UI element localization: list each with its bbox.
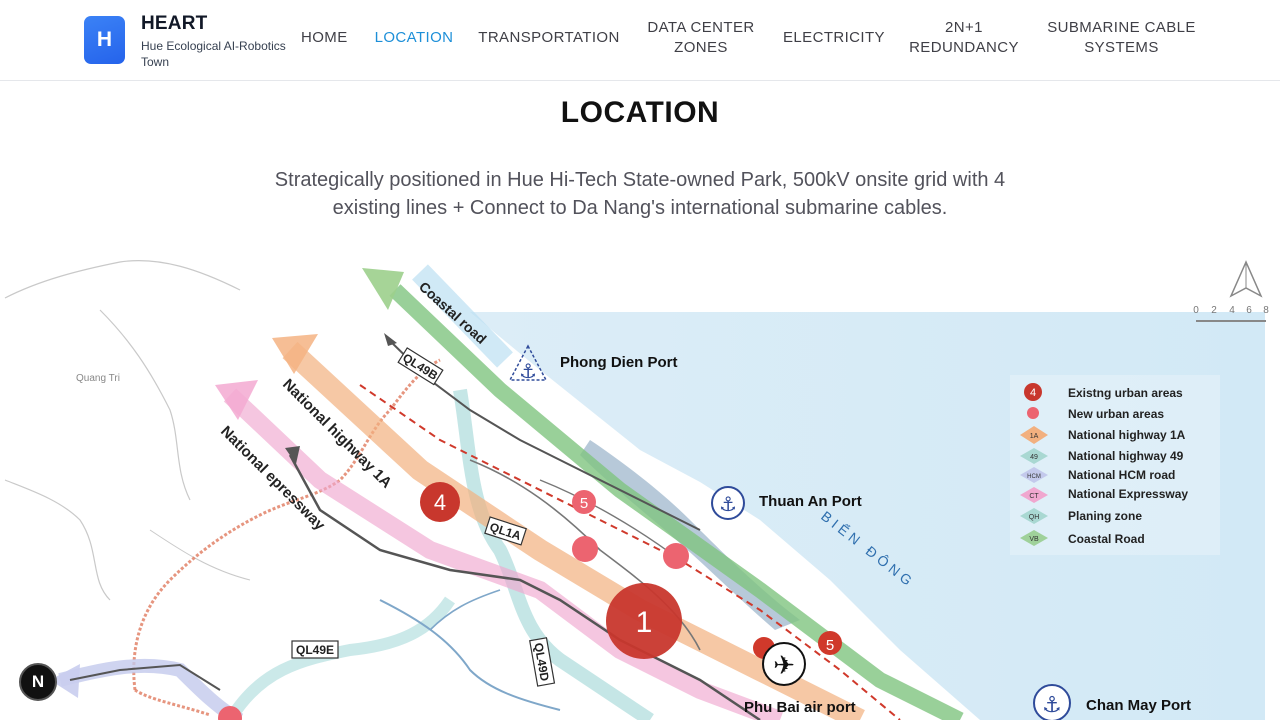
svg-text:⚓: ⚓	[719, 492, 737, 516]
svg-text:CT: CT	[1029, 493, 1039, 500]
port-label: Chan May Port	[1086, 697, 1191, 714]
svg-text:✈: ✈	[773, 651, 795, 681]
anchor-icon: ⚓	[711, 486, 745, 520]
nav-location[interactable]: LOCATION	[370, 28, 458, 48]
nav-2n1-redundancy[interactable]: 2N+1 REDUNDANCY	[902, 18, 1026, 58]
svg-text:HCM: HCM	[1027, 474, 1041, 480]
svg-text:5: 5	[826, 637, 834, 654]
airplane-icon: ✈	[762, 642, 806, 686]
brand-subtitle: Hue Ecological AI-Robotics Town	[141, 39, 286, 69]
region-label: Quang Tri	[76, 373, 120, 384]
svg-text:New urban areas: New urban areas	[1068, 407, 1164, 421]
svg-text:Existng urban areas: Existng urban areas	[1068, 386, 1183, 400]
svg-text:5: 5	[580, 495, 588, 512]
nav-home[interactable]: HOME	[301, 28, 347, 48]
svg-text:QH: QH	[1029, 514, 1040, 521]
svg-text:1: 1	[636, 606, 653, 639]
location-map: 4 5 1 5 ⚓ ⚓ ⚓ ✈ Quang Tri Phong Dien Por…	[0, 250, 1280, 720]
svg-text:4: 4	[1229, 305, 1235, 316]
nav-data-center-zones[interactable]: DATA CENTER ZONES	[641, 18, 761, 58]
svg-text:6: 6	[1246, 305, 1252, 316]
new-urban-area	[572, 536, 598, 562]
svg-text:Planing zone: Planing zone	[1068, 509, 1142, 523]
svg-text:⚓: ⚓	[1042, 693, 1062, 718]
dev-tools-badge[interactable]: N	[19, 663, 57, 701]
svg-text:National highway 1A: National highway 1A	[1068, 428, 1186, 442]
map-legend: 4 Existng urban areas New urban areas 1A…	[1010, 375, 1220, 555]
svg-text:1A: 1A	[1030, 433, 1039, 440]
nav-electricity[interactable]: ELECTRICITY	[780, 28, 888, 48]
svg-text:National Expressway: National Expressway	[1068, 487, 1188, 501]
svg-text:Coastal Road: Coastal Road	[1068, 532, 1145, 546]
svg-text:4: 4	[1030, 387, 1036, 399]
anchor-icon: ⚓	[1033, 684, 1071, 720]
new-urban-area	[663, 543, 689, 569]
svg-text:National HCM road: National HCM road	[1068, 468, 1175, 482]
svg-text:VB: VB	[1029, 536, 1039, 543]
svg-text:National highway 49: National highway 49	[1068, 449, 1184, 463]
svg-text:4: 4	[434, 490, 446, 515]
svg-text:8: 8	[1263, 305, 1269, 316]
section-description: Strategically positioned in Hue Hi-Tech …	[274, 169, 1006, 219]
brand-name[interactable]: HEART	[141, 13, 207, 35]
svg-text:2: 2	[1211, 305, 1217, 316]
nav-submarine-cable-systems[interactable]: SUBMARINE CABLE SYSTEMS	[1046, 18, 1197, 58]
svg-text:49: 49	[1030, 454, 1038, 461]
road-sign: QL49E	[291, 640, 339, 659]
top-navigation-bar: H HEART Hue Ecological AI-Robotics Town …	[0, 0, 1280, 81]
svg-text:⚓: ⚓	[519, 359, 537, 383]
svg-text:0: 0	[1193, 305, 1199, 316]
page-title: LOCATION	[560, 96, 720, 129]
port-label: Phong Dien Port	[560, 354, 678, 371]
port-label: Thuan An Port	[759, 493, 862, 510]
nav-transportation[interactable]: TRANSPORTATION	[478, 28, 620, 48]
logo-tile[interactable]: H	[84, 16, 125, 64]
airport-label: Phu Bai air port	[744, 699, 856, 716]
svg-text:QL49E: QL49E	[296, 643, 334, 657]
